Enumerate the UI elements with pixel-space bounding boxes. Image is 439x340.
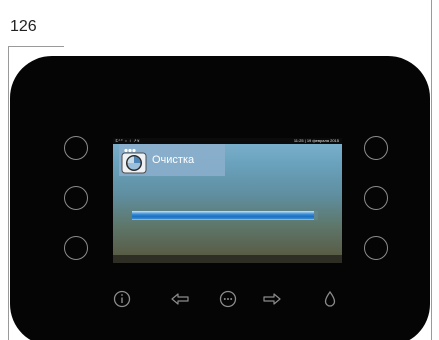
progress-track xyxy=(132,211,318,220)
cleaning-title-box[interactable]: Очистка xyxy=(119,144,225,176)
right-button-3[interactable] xyxy=(364,236,388,260)
progress-fill xyxy=(132,211,314,220)
manual-page: 126 ①¹⁰ ○ ↕ ↗¥ 11:25 | 19 февраля 2015 О… xyxy=(0,0,439,340)
info-icon[interactable] xyxy=(112,289,132,309)
left-button-3[interactable] xyxy=(64,236,88,260)
status-datetime: 11:25 | 19 февраля 2015 xyxy=(293,138,339,143)
arrow-left-icon[interactable] xyxy=(170,289,190,309)
left-button-1[interactable] xyxy=(64,136,88,160)
water-drop-icon[interactable] xyxy=(320,289,340,309)
screen-title: Очистка xyxy=(152,154,195,166)
frame-left-border xyxy=(8,46,9,340)
cleaning-cycle-icon xyxy=(121,148,147,174)
right-button-1[interactable] xyxy=(364,136,388,160)
device-screen: ①¹⁰ ○ ↕ ↗¥ 11:25 | 19 февраля 2015 Очист… xyxy=(113,138,342,263)
left-button-2[interactable] xyxy=(64,186,88,210)
arrow-right-icon[interactable] xyxy=(262,289,282,309)
frame-right-border xyxy=(431,0,432,340)
screen-bottom-bar xyxy=(113,255,342,263)
right-button-2[interactable] xyxy=(364,186,388,210)
page-number: 126 xyxy=(10,18,37,35)
menu-dots-icon[interactable] xyxy=(218,289,238,309)
page-number-rule xyxy=(8,46,64,47)
